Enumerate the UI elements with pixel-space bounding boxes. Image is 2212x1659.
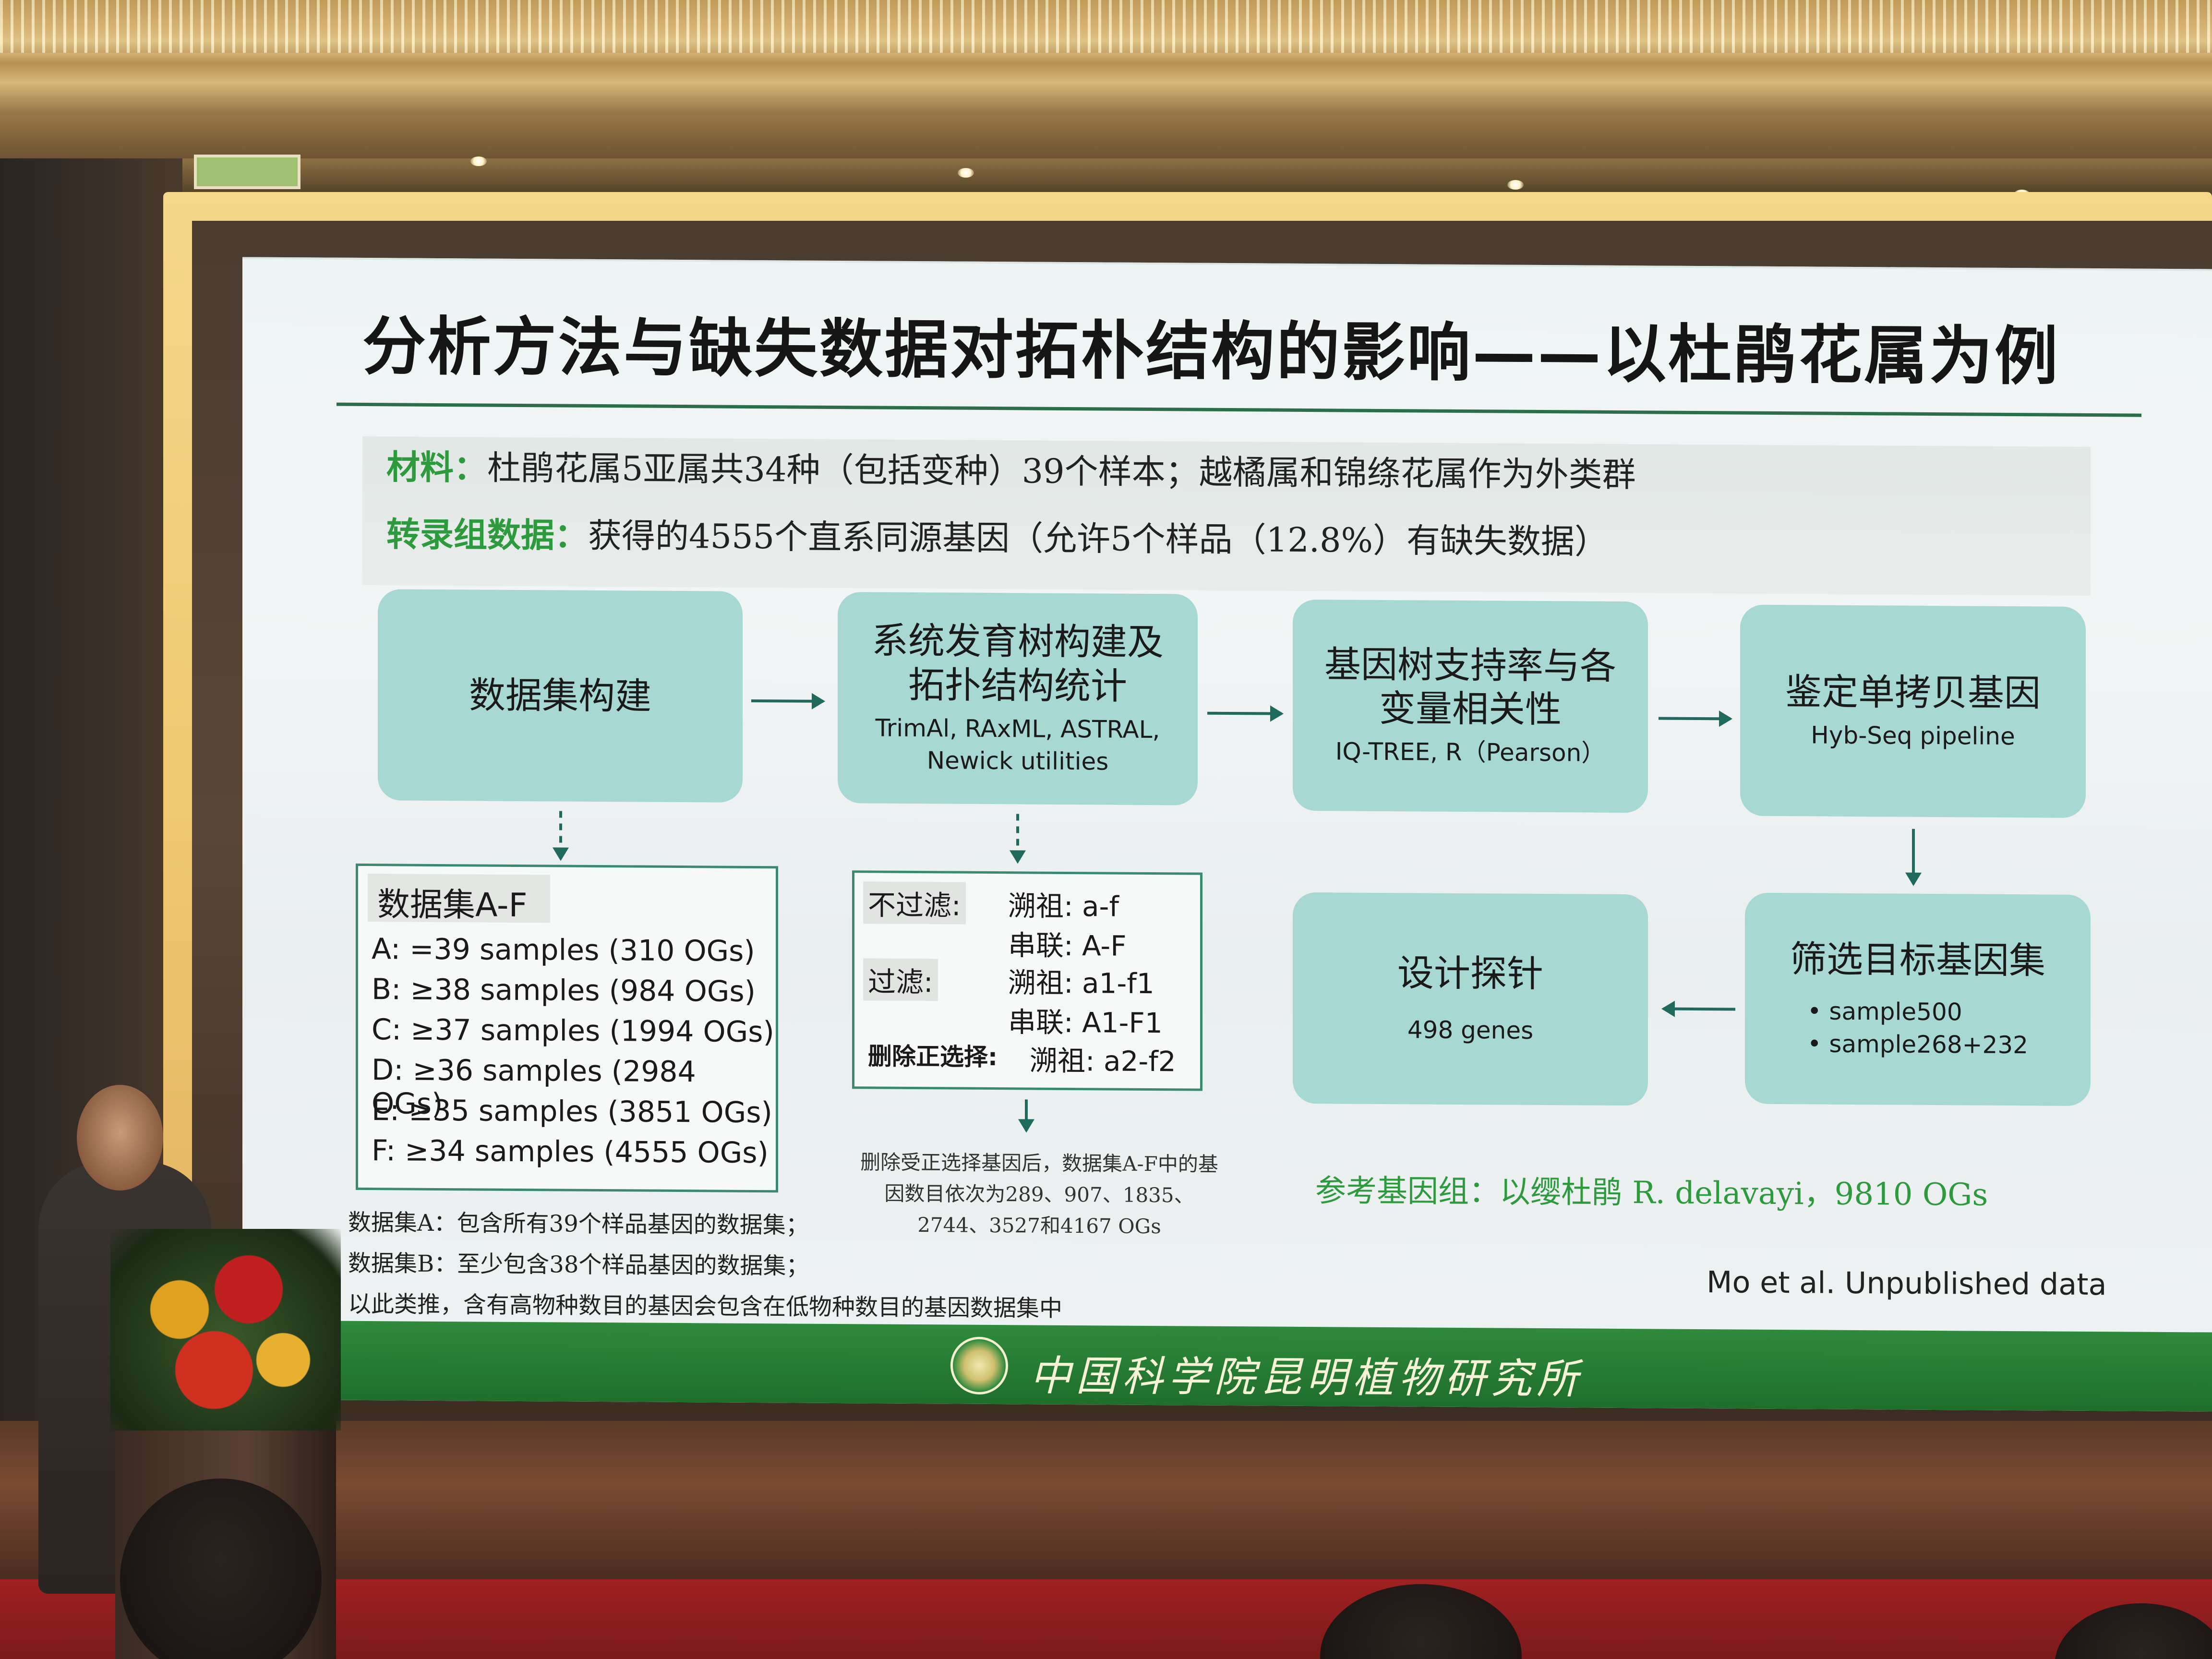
target-item-text: sample500 [1829,997,1962,1026]
datasets-panel: 数据集A-F A: =39 samples (310 OGs) B: ≥38 s… [356,863,778,1193]
no-filter-label: 不过滤: [863,881,966,925]
ceiling-lamp [1507,180,1524,190]
target-item: • sample268+232 [1807,1029,2028,1059]
flower-arrangement [110,1229,341,1431]
positive-selection-coalescent: 溯祖: a2-f2 [1030,1044,1176,1078]
filter-concat: 串联: A1-F1 [1008,1006,1163,1040]
box-phylo: 系统发育树构建及拓扑结构统计 TrimAl, RAxML, ASTRAL, Ne… [838,592,1198,805]
datasets-header: 数据集A-F [368,874,550,925]
box-target-genes: 筛选目标基因集 • sample500 • sample268+232 [1745,892,2091,1106]
box-genetree: 基因树支持率与各变量相关性 IQ-TREE, R（Pearson） [1293,599,1648,813]
materials-line: 材料：杜鹃花属5亚属共34种（包括变种）39个样本；越橘属和锦绦花属作为外类群 [386,440,1636,496]
filter-panel: 不过滤: 溯祖: a-f 串联: A-F 过滤: 溯祖: a1-f1 串联: A… [852,870,1202,1091]
footnote: 数据集A：包含所有39个样品基因的数据集； [348,1209,809,1239]
materials-label: 材料： [386,447,487,488]
arrow-down-dashed [1016,814,1019,862]
arrow-down-dashed [559,811,562,859]
transcriptome-label: 转录组数据： [386,514,588,555]
box-dataset-build-label: 数据集构建 [469,673,651,718]
box-probe-title: 设计探针 [1397,951,1543,995]
box-target-list: • sample500 • sample268+232 [1807,995,2028,1061]
positive-selection-note: 删除受正选择基因后，数据集A-F中的基因数目依次为289、907、1835、27… [860,1150,1218,1238]
filter-label: 过滤: [863,958,938,1001]
slide-title: 分析方法与缺失数据对拓朴结构的影响——以杜鹃花属为例 [362,309,2060,394]
box-phylo-title: 系统发育树构建及拓扑结构统计 [872,619,1164,708]
transcriptome-text: 获得的4555个直系同源基因（允许5个样品（12.8%）有缺失数据） [588,516,1609,562]
ceiling-lamp [470,156,487,166]
box-genetree-title: 基因树支持率与各变量相关性 [1324,643,1616,731]
ceiling [0,0,2212,199]
dataset-row: A: =39 samples (310 OGs) [372,932,755,968]
target-item: • sample500 [1807,997,1962,1026]
transcriptome-line: 转录组数据：获得的4555个直系同源基因（允许5个样品（12.8%）有缺失数据） [386,507,1608,564]
footnote: 以此类推，含有高物种数目的基因会包含在低物种数目的基因数据集中 [348,1290,1063,1322]
projected-slide: 分析方法与缺失数据对拓朴结构的影响——以杜鹃花属为例 材料：杜鹃花属5亚属共34… [242,257,2212,1412]
arrow-down [1912,829,1915,884]
arrow-right [1659,717,1731,721]
exit-sign [194,155,301,189]
no-filter-coalescent: 溯祖: a-f [1008,890,1119,923]
arrow-down [1025,1099,1028,1131]
credit: Mo et al. Unpublished data [1707,1264,2107,1302]
box-single-copy-sub: Hyb-Seq pipeline [1811,721,2015,750]
arrow-left [1663,1007,1735,1011]
box-single-copy-title: 鉴定单拷贝基因 [1785,670,2041,715]
target-item-text: sample268+232 [1829,1030,2028,1059]
ceiling-lamp [958,168,974,178]
arrow-right [1207,711,1282,715]
box-probe: 设计探针 498 genes [1293,892,1648,1106]
chandelier-sparkle [0,0,2212,53]
reference-genome: 参考基因组：以缨杜鹃 R. delavayi，9810 OGs [1315,1173,1988,1213]
materials-text: 杜鹃花属5亚属共34种（包括变种）39个样本；越橘属和锦绦花属作为外类群 [487,448,1636,495]
box-probe-sub: 498 genes [1407,1016,1534,1045]
box-single-copy: 鉴定单拷贝基因 Hyb-Seq pipeline [1740,604,2086,818]
box-phylo-sub: TrimAl, RAxML, ASTRAL, Newick utilities [875,714,1160,776]
speaker-head [77,1085,163,1190]
filter-coalescent: 溯祖: a1-f1 [1008,966,1154,1000]
dataset-row: C: ≥37 samples (1994 OGs) [372,1013,774,1049]
title-rule [337,402,2141,417]
institute-logo-icon [950,1336,1008,1395]
box-genetree-sub: IQ-TREE, R（Pearson） [1335,737,1606,768]
dataset-row: E: ≥35 samples (3851 OGs) [372,1094,772,1130]
institute-name: 中国科学院昆明植物研究所 [1030,1352,1583,1404]
dataset-row: F: ≥34 samples (4555 OGs) [372,1134,769,1170]
arrow-right [751,699,823,703]
positive-selection-label: 删除正选择: [868,1042,998,1071]
dataset-row: B: ≥38 samples (984 OGs) [372,973,756,1009]
no-filter-concat: 串联: A-F [1008,929,1127,962]
box-target-title: 筛选目标基因集 [1790,938,2045,982]
box-dataset-build: 数据集构建 [378,589,743,803]
footnote: 数据集B：至少包含38个样品基因的数据集； [348,1250,809,1280]
